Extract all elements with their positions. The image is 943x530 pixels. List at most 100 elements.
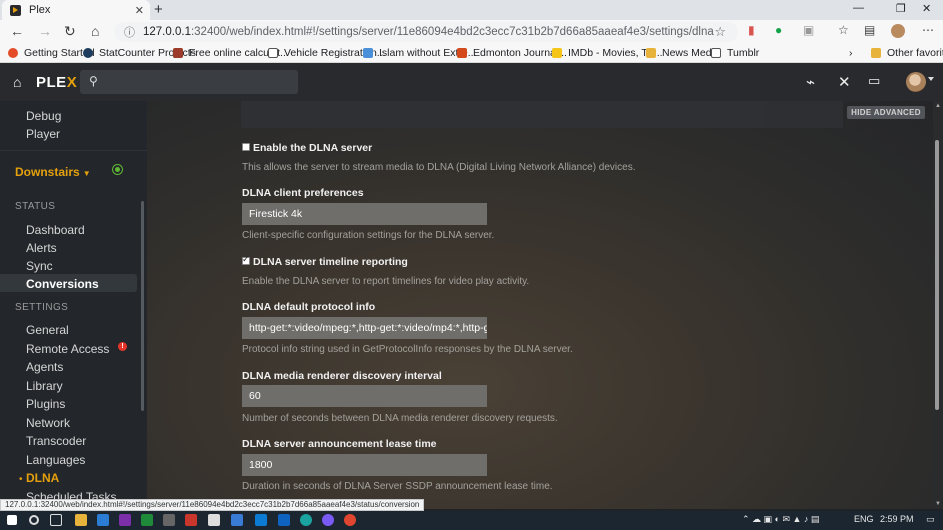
sidebar-scrollbar[interactable] [141, 201, 144, 411]
file-explorer-icon[interactable] [75, 514, 87, 526]
powerpoint-icon[interactable] [185, 514, 197, 526]
windows-taskbar: ⌃ ☁ ▣ ◐ ✉ ▲ ♪ ▤ ENG 2:59 PM ▭ [0, 511, 943, 530]
tab-close-icon[interactable]: ✕ [135, 4, 144, 17]
search-icon[interactable] [29, 515, 39, 525]
word-icon[interactable] [97, 514, 109, 526]
extension-icon[interactable]: ▣ [803, 23, 814, 37]
activity-icon[interactable]: ⌁ [806, 73, 815, 91]
sidebar-item-dashboard[interactable]: Dashboard [26, 223, 85, 237]
server-selector[interactable]: Downstairs ▼ [15, 165, 91, 179]
chrome-icon[interactable] [344, 514, 356, 526]
folder-icon [646, 48, 656, 58]
home-icon[interactable]: ⌂ [91, 23, 99, 39]
minimize-icon[interactable]: — [853, 2, 864, 14]
dlna-settings-panel: HIDE ADVANCED Enable the DLNA server Thi… [147, 101, 936, 509]
sidebar-item-languages[interactable]: Languages [26, 453, 85, 467]
bookmark-item[interactable]: Edmonton Journal... [457, 47, 567, 59]
protocol-info-label: DLNA default protocol info [242, 301, 376, 313]
enable-dlna-label[interactable]: Enable the DLNA server [253, 142, 372, 154]
enable-dlna-checkbox[interactable] [242, 143, 250, 151]
sidebar-item-player[interactable]: Player [26, 127, 60, 141]
discovery-interval-field[interactable]: 60 [242, 385, 487, 407]
new-tab-button[interactable]: + [154, 1, 163, 18]
back-icon[interactable]: ← [10, 23, 24, 39]
plex-favicon-icon [10, 4, 21, 16]
sidebar-item-dlna[interactable]: DLNA [26, 471, 59, 485]
sidebar-item-agents[interactable]: Agents [26, 360, 63, 374]
app-icon[interactable] [163, 514, 175, 526]
outlook-icon[interactable] [278, 514, 290, 526]
lease-time-help: Duration in seconds of DLNA Server SSDP … [242, 481, 553, 492]
bookmark-item[interactable]: Tumblr [711, 47, 759, 59]
maximize-icon[interactable]: ❐ [896, 2, 906, 15]
settings-tools-icon[interactable]: ✕ [838, 73, 851, 91]
page-icon [268, 48, 278, 58]
window-close-icon[interactable]: ✕ [922, 2, 931, 15]
edge-icon[interactable] [300, 514, 312, 526]
reload-icon[interactable]: ↻ [64, 23, 76, 40]
extension-icon[interactable]: ▮ [748, 23, 755, 37]
timeline-reporting-checkbox[interactable] [242, 254, 250, 265]
collections-icon[interactable]: ☆ [838, 23, 849, 37]
sidebar-item-network[interactable]: Network [26, 416, 70, 430]
other-favorites-folder[interactable]: Other favorites [871, 47, 943, 59]
bookmark-icon [363, 48, 373, 58]
bookmark-icon [457, 48, 467, 58]
chevron-down-icon[interactable] [928, 77, 934, 81]
protocol-info-field[interactable]: http-get:*:video/mpeg:*,http-get:*:video… [242, 317, 487, 339]
input-language[interactable]: ENG [854, 514, 874, 524]
sidebar-item-library[interactable]: Library [26, 379, 63, 393]
sidebar-item-remote-access[interactable]: Remote Access [26, 342, 109, 356]
section-settings-heading: SETTINGS [15, 302, 69, 313]
avatar[interactable] [906, 72, 926, 92]
sidebar-item-sync[interactable]: Sync [26, 259, 53, 273]
app-icon[interactable] [322, 514, 334, 526]
forward-icon[interactable]: → [38, 23, 52, 39]
discovery-interval-help: Number of seconds between DLNA media ren… [242, 413, 558, 424]
home-icon[interactable]: ⌂ [13, 74, 21, 90]
favorite-star-icon[interactable]: ☆ [714, 24, 726, 40]
address-bar[interactable]: ⓘ 127.0.0.1:32400/web/index.html#!/setti… [114, 22, 738, 42]
scroll-down-icon[interactable]: ▼ [935, 501, 941, 507]
clock[interactable]: 2:59 PM [880, 514, 914, 524]
timeline-reporting-help: Enable the DLNA server to report timelin… [242, 276, 530, 287]
downloads-icon[interactable]: ▤ [864, 23, 875, 37]
sidebar-item-general[interactable]: General [26, 323, 69, 337]
client-prefs-label: DLNA client preferences [242, 187, 364, 199]
sidebar-item-plugins[interactable]: Plugins [26, 397, 65, 411]
hide-advanced-button[interactable]: HIDE ADVANCED [847, 106, 925, 119]
menu-icon[interactable]: ⋯ [922, 23, 934, 37]
tray-icons[interactable]: ⌃ ☁ ▣ ◐ ✉ ▲ ♪ ▤ [742, 514, 819, 525]
search-input[interactable]: ⚲ [80, 70, 298, 94]
plex-header: ⌂ PLEX ⚲ ⌁ ✕ ▭ [0, 63, 943, 101]
bookmark-folder[interactable]: News Media [646, 47, 720, 59]
client-prefs-field[interactable]: Firestick 4k [242, 203, 487, 225]
start-icon[interactable] [7, 515, 17, 525]
timeline-reporting-label[interactable]: DLNA server timeline reporting [253, 256, 408, 268]
scroll-up-icon[interactable]: ▲ [935, 103, 941, 109]
notion-icon[interactable] [208, 514, 220, 526]
sidebar-item-transcoder[interactable]: Transcoder [26, 434, 86, 448]
cast-icon[interactable]: ▭ [868, 73, 880, 89]
grammarly-icon[interactable]: ● [775, 23, 782, 37]
sidebar-item-conversions[interactable]: Conversions [26, 277, 99, 291]
section-status-heading: STATUS [15, 201, 56, 212]
excel-icon[interactable] [141, 514, 153, 526]
task-view-icon[interactable] [50, 514, 62, 526]
sidebar-item-alerts[interactable]: Alerts [26, 241, 57, 255]
page-icon [711, 48, 721, 58]
sidebar-item-debug[interactable]: Debug [26, 109, 61, 123]
app-icon[interactable] [255, 514, 267, 526]
site-info-icon[interactable]: ⓘ [124, 24, 135, 40]
bookmark-icon [8, 48, 18, 58]
lease-time-field[interactable]: 1800 [242, 454, 487, 476]
plex-logo[interactable]: PLEX [36, 74, 77, 91]
app-icon[interactable] [231, 514, 243, 526]
bookmarks-overflow-chevron-icon[interactable]: › [849, 47, 853, 59]
notifications-icon[interactable]: ▭ [926, 514, 935, 525]
page-scrollbar-thumb[interactable] [935, 140, 939, 410]
profile-avatar[interactable] [891, 24, 905, 38]
browser-tab[interactable]: Plex ✕ [2, 0, 150, 20]
onenote-icon[interactable] [119, 514, 131, 526]
bookmark-item[interactable]: Getting Started [8, 47, 95, 59]
